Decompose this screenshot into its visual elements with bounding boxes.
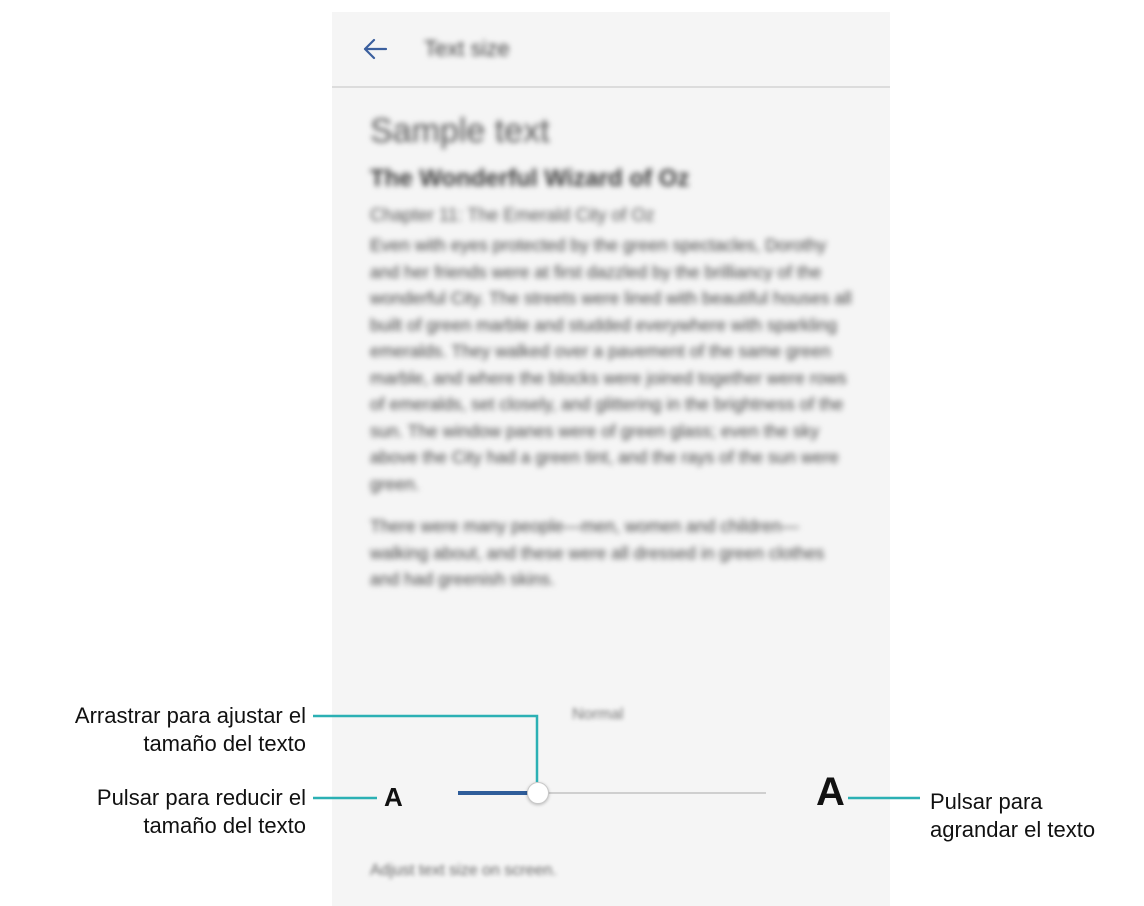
enlarge-callout-line2: agrandar el texto <box>930 817 1096 842</box>
callout-lines <box>313 714 920 800</box>
enlarge-callout-line1: Pulsar para <box>930 789 1043 814</box>
reduce-callout: Pulsar para reducir el tamaño del texto <box>97 784 306 840</box>
enlarge-callout: Pulsar para agrandar el texto <box>930 788 1095 844</box>
drag-callout-line <box>313 714 539 782</box>
reduce-callout-line2: tamaño del texto <box>143 813 306 838</box>
drag-callout-line2: tamaño del texto <box>143 731 306 756</box>
drag-callout: Arrastrar para ajustar el tamaño del tex… <box>75 702 306 758</box>
reduce-callout-line1: Pulsar para reducir el <box>96 785 306 810</box>
drag-callout-line1: Arrastrar para ajustar el <box>74 703 306 728</box>
